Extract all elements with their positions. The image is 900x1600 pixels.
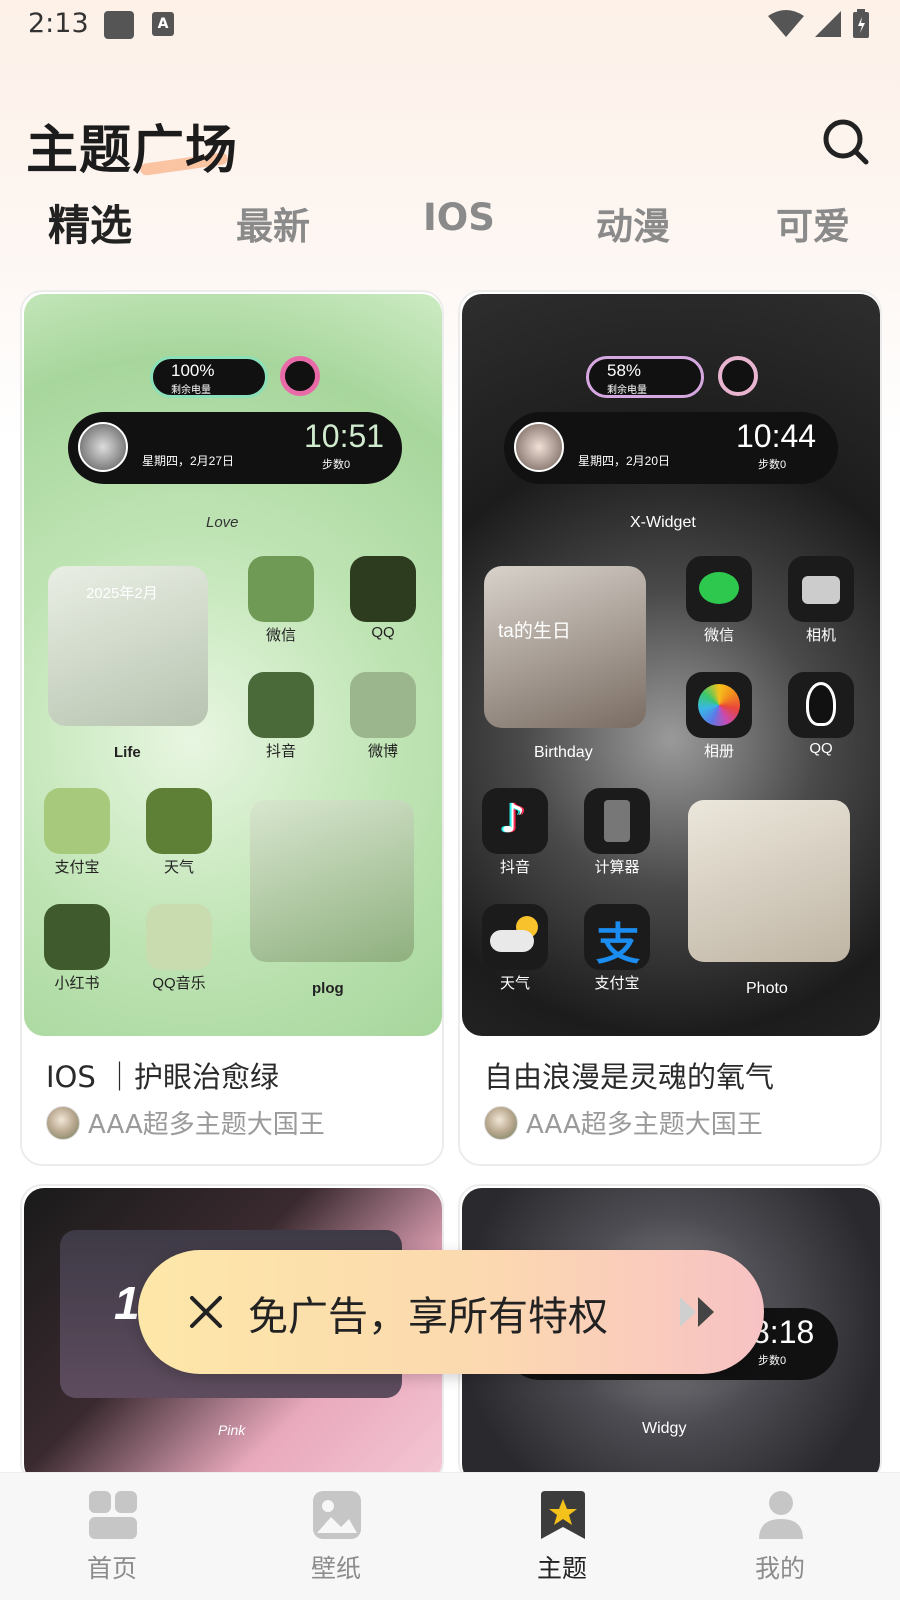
home-icon <box>89 1491 137 1539</box>
page-title: 主题广场 <box>26 121 239 181</box>
close-icon <box>190 1296 222 1328</box>
tab-anime[interactable]: 动漫 <box>596 196 670 250</box>
search-button[interactable] <box>822 118 870 166</box>
signal-icon <box>815 11 841 37</box>
xiaohongshu-app-icon <box>44 904 110 970</box>
widget-name: X-Widget <box>630 514 696 531</box>
love-text: Love <box>206 514 239 531</box>
theme-author[interactable]: AAA超多主题大国王 <box>46 1104 325 1141</box>
avatar <box>78 422 128 472</box>
nav-theme[interactable]: 主题 <box>502 1489 622 1599</box>
plog-label: plog <box>312 980 344 997</box>
wifi-icon <box>768 10 804 37</box>
double-chevron-right-icon <box>680 1297 714 1327</box>
wechat-app-icon <box>686 556 752 622</box>
nav-wallpaper[interactable]: 壁纸 <box>276 1489 396 1599</box>
photo-widget <box>688 800 850 962</box>
douyin-app-icon: ♪ <box>482 788 548 854</box>
weather-app-icon <box>482 904 548 970</box>
close-button[interactable] <box>184 1290 228 1334</box>
font-notification-icon: A <box>152 12 174 36</box>
theme-title: IOS ｜护眼治愈绿 <box>46 1060 280 1094</box>
alipay-app-icon <box>44 788 110 854</box>
birthday-widget: ta的生日 <box>484 566 646 728</box>
author-name: AAA超多主题大国王 <box>88 1110 325 1140</box>
status-time: 2:13 <box>28 8 89 39</box>
ring-widget <box>718 356 758 396</box>
theme-card[interactable]: 100% 剩余电量 星期四，2月27日 10:51 步数0 Love 2025年… <box>20 290 444 1166</box>
theme-card[interactable]: 58% 剩余电量 星期四，2月20日 10:44 步数0 X-Widget ta… <box>458 290 882 1166</box>
qq-app-icon <box>788 672 854 738</box>
widget-name: Widgy <box>642 1420 687 1437</box>
life-label: Life <box>114 744 141 761</box>
tab-latest[interactable]: 最新 <box>236 196 310 250</box>
theme-icon <box>541 1491 585 1539</box>
bottom-navigation: 首页 壁纸 主题 我的 <box>0 1472 900 1600</box>
clock-widget: 星期四，2月20日 10:44 步数0 <box>504 412 838 484</box>
qqmusic-app-icon <box>146 904 212 970</box>
tab-cute[interactable]: 可爱 <box>776 196 850 250</box>
nav-home[interactable]: 首页 <box>52 1489 172 1599</box>
theme-preview[interactable]: 100% 剩余电量 星期四，2月27日 10:51 步数0 Love 2025年… <box>24 294 442 1036</box>
ring-widget <box>280 356 320 396</box>
theme-author[interactable]: AAA超多主题大国王 <box>484 1104 763 1141</box>
wechat-app-icon <box>248 556 314 622</box>
script-text: Pink <box>218 1422 246 1438</box>
calculator-app-icon <box>584 788 650 854</box>
author-name: AAA超多主题大国王 <box>526 1110 763 1140</box>
alipay-app-icon: 支 <box>584 904 650 970</box>
tab-ios[interactable]: IOS <box>423 196 495 239</box>
status-bar: 2:13 A <box>0 0 900 50</box>
camera-app-icon <box>788 556 854 622</box>
nav-profile[interactable]: 我的 <box>720 1489 840 1599</box>
tab-featured[interactable]: 精选 <box>48 192 132 253</box>
avatar <box>514 422 564 472</box>
profile-icon <box>759 1491 803 1539</box>
author-avatar <box>46 1105 80 1140</box>
birthday-label: Birthday <box>534 744 593 761</box>
ad-free-banner[interactable]: 免广告，享所有特权 <box>138 1250 764 1374</box>
theme-title: 自由浪漫是灵魂的氧气 <box>484 1060 775 1094</box>
notification-icon <box>104 11 134 39</box>
photos-app-icon <box>686 672 752 738</box>
status-icons <box>768 9 870 39</box>
photo-label: Photo <box>746 980 788 997</box>
ad-forward-button[interactable] <box>674 1294 724 1330</box>
battery-widget: 100% 剩余电量 <box>150 356 268 398</box>
battery-widget: 58% 剩余电量 <box>586 356 704 398</box>
douyin-app-icon <box>248 672 314 738</box>
tulip-photo-widget <box>250 800 414 962</box>
clock-widget: 星期四，2月27日 10:51 步数0 <box>68 412 402 484</box>
qq-app-icon <box>350 556 416 622</box>
wallpaper-icon <box>313 1491 361 1539</box>
ad-banner-text: 免广告，享所有特权 <box>248 1294 608 1340</box>
calendar-widget: 2025年2月 <box>48 566 208 726</box>
battery-icon <box>853 9 869 38</box>
author-avatar <box>484 1105 518 1140</box>
category-tabs: 精选 最新 IOS 动漫 可爱 <box>0 196 900 260</box>
theme-preview[interactable]: 58% 剩余电量 星期四，2月20日 10:44 步数0 X-Widget ta… <box>462 294 880 1036</box>
weather-app-icon <box>146 788 212 854</box>
search-icon <box>823 119 869 165</box>
weibo-app-icon <box>350 672 416 738</box>
